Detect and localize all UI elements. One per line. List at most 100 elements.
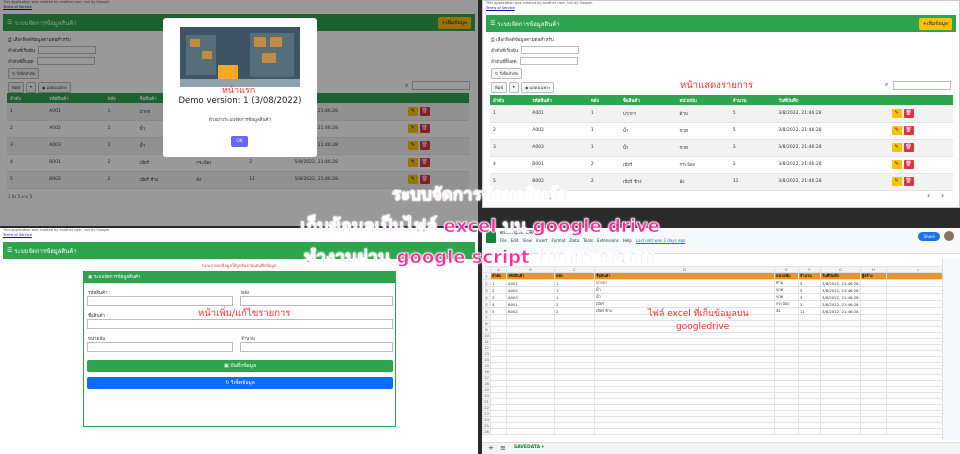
- sheet-cell[interactable]: [860, 428, 887, 435]
- sheet-cell[interactable]: B002: [506, 307, 555, 315]
- sheet-cell[interactable]: A002: [506, 286, 555, 294]
- sheet-cell[interactable]: ด้าม: [774, 279, 799, 287]
- sheet-cell[interactable]: วันที่บันทึก: [820, 272, 861, 280]
- col-header[interactable]: ลำดับ: [490, 95, 530, 105]
- sheet-cell[interactable]: ขวด: [774, 293, 799, 301]
- sheet-cell[interactable]: ชื่อสินค้า: [594, 272, 775, 280]
- save-button[interactable]: ▣ บันทึกข้อมูล: [87, 360, 393, 372]
- row-number[interactable]: 5: [482, 300, 491, 308]
- unit-input[interactable]: [87, 342, 233, 352]
- add-button[interactable]: +เพิ่มข้อมูล: [918, 17, 952, 30]
- col-header[interactable]: จำนวน: [729, 95, 776, 105]
- sheet-cell[interactable]: ลัง: [774, 307, 799, 315]
- sheet-cell[interactable]: [886, 272, 950, 280]
- sheet-cell[interactable]: 5: [798, 279, 821, 287]
- filter-end-input[interactable]: [519, 57, 578, 65]
- sheet-cell[interactable]: กระป๋อง: [774, 300, 799, 308]
- row-number[interactable]: 1: [482, 272, 491, 280]
- sheet-cell[interactable]: 3: [490, 293, 507, 301]
- sheet-cell[interactable]: ผู้สร้าง: [860, 272, 887, 280]
- qty-input[interactable]: [240, 342, 393, 352]
- sheet-cell[interactable]: [820, 428, 861, 435]
- brand[interactable]: ☰ ระบบจัดการข้อมูลสินค้า: [490, 19, 560, 29]
- sheet-cell[interactable]: 3/8/2022, 21:46:28: [820, 300, 861, 308]
- sheet-cell[interactable]: [860, 279, 887, 287]
- sheet-cell[interactable]: [860, 300, 887, 308]
- tab-savedata[interactable]: SAVEDATA ▾: [514, 445, 544, 450]
- edit-icon[interactable]: ✎: [891, 143, 902, 152]
- reset-order-button[interactable]: ↻ รีเซ็ตลำดับ: [491, 68, 523, 79]
- sheet-cell[interactable]: หลัง: [554, 272, 595, 280]
- sheet-cell[interactable]: 1: [490, 279, 507, 287]
- sheet-cell[interactable]: จำนวน: [798, 272, 821, 280]
- col-header[interactable]: หลัง: [587, 95, 620, 105]
- sheet-cell[interactable]: [594, 428, 775, 435]
- sheet-cell[interactable]: [886, 279, 950, 287]
- sheet-cell[interactable]: [506, 428, 555, 435]
- sheet-cell[interactable]: [774, 428, 799, 435]
- col-header[interactable]: รหัสสินค้า: [529, 95, 588, 105]
- col-header[interactable]: ชื่อสินค้า: [619, 95, 677, 105]
- sheet-cell[interactable]: [554, 428, 595, 435]
- sheet-cell[interactable]: B001: [506, 300, 555, 308]
- code-input[interactable]: [87, 296, 233, 306]
- sheet-cell[interactable]: ลำดับ: [490, 272, 507, 280]
- add-sheet-icon[interactable]: +: [488, 444, 494, 452]
- row-number[interactable]: 2: [482, 279, 491, 287]
- search-input[interactable]: [893, 81, 951, 90]
- sheet-cell[interactable]: [860, 286, 887, 294]
- row-number[interactable]: 3: [482, 286, 491, 294]
- shelf-input[interactable]: [240, 296, 393, 306]
- sheet-cell[interactable]: [886, 428, 950, 435]
- sheet-cell[interactable]: รหัสสินค้า: [506, 272, 555, 280]
- sheet-cell[interactable]: [886, 300, 950, 308]
- delete-icon[interactable]: 🗑: [903, 126, 914, 135]
- delete-icon[interactable]: 🗑: [903, 143, 914, 152]
- col-header[interactable]: หน่วยนับ: [676, 95, 730, 105]
- sheet-cell[interactable]: 2: [554, 300, 595, 308]
- row-number[interactable]: 6: [482, 307, 491, 315]
- ok-button[interactable]: OK: [231, 136, 248, 147]
- sheet-cell[interactable]: 1: [554, 279, 595, 287]
- vertical-scrollbar[interactable]: [942, 258, 960, 440]
- sheet-cell[interactable]: น้ำ: [594, 286, 775, 294]
- sheet-cell[interactable]: [490, 428, 507, 435]
- sheet-cell[interactable]: 2: [554, 307, 595, 315]
- row-number[interactable]: 26: [482, 428, 491, 435]
- sheet-cell[interactable]: 3: [798, 293, 821, 301]
- terms-link[interactable]: Terms of Service: [483, 6, 959, 11]
- sheet-cell[interactable]: A001: [506, 279, 555, 287]
- all-sheets-icon[interactable]: ≡: [500, 444, 506, 452]
- sheet-cell[interactable]: 1: [554, 286, 595, 294]
- sheet-cell[interactable]: [886, 286, 950, 294]
- sheet-cell[interactable]: ขวด: [774, 286, 799, 294]
- edit-icon[interactable]: ✎: [891, 126, 902, 135]
- edit-icon[interactable]: ✎: [891, 108, 902, 118]
- sheet-cell[interactable]: 2: [798, 300, 821, 308]
- columns-button[interactable]: ◉ แสดงเฉพาะ: [520, 82, 555, 93]
- sheet-cell[interactable]: A003: [506, 293, 555, 301]
- sheet-cell[interactable]: 3/8/2022, 21:46:28: [820, 307, 861, 315]
- sheet-cell[interactable]: [798, 428, 821, 435]
- sheet-cell[interactable]: 1: [554, 293, 595, 301]
- sheet-cell[interactable]: 2: [490, 286, 507, 294]
- sheet-cell[interactable]: 3/8/2022, 21:46:28: [820, 286, 861, 294]
- sheet-cell[interactable]: [860, 307, 887, 315]
- sheet-cell[interactable]: หน่วยนับ: [774, 272, 799, 280]
- sheet-cell[interactable]: น้ำ: [594, 293, 775, 301]
- delete-icon[interactable]: 🗑: [903, 108, 914, 118]
- more-button[interactable]: ▾: [508, 82, 519, 93]
- sheet-cell[interactable]: 5: [798, 286, 821, 294]
- delete-icon[interactable]: 🗑: [903, 160, 914, 169]
- sheet-cell[interactable]: [860, 293, 887, 301]
- sheet-cell[interactable]: [886, 307, 950, 315]
- sheet-cell[interactable]: ปากกา: [594, 279, 775, 287]
- sheet-cell[interactable]: [886, 293, 950, 301]
- print-button[interactable]: พิมพ์: [491, 82, 507, 93]
- row-number[interactable]: 4: [482, 293, 491, 301]
- sheet-cell[interactable]: 4: [490, 300, 507, 308]
- sheet-cell[interactable]: 3/8/2022, 21:46:28: [820, 279, 861, 287]
- col-header[interactable]: วันที่บันทึก: [775, 95, 889, 105]
- sheet-cell[interactable]: 3/8/2022, 21:46:28: [820, 293, 861, 301]
- filter-start-input[interactable]: [520, 46, 579, 54]
